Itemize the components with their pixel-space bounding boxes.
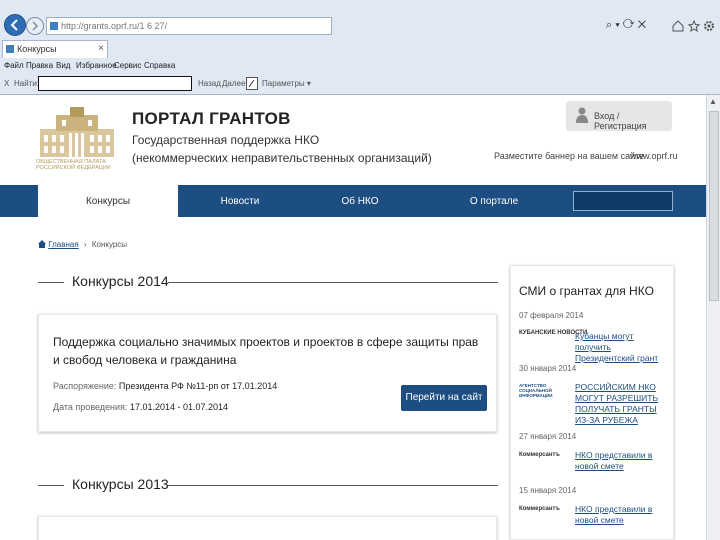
section-heading-2013: Конкурсы 2013 (38, 476, 498, 496)
nav-contests[interactable]: Конкурсы (38, 185, 178, 217)
address-bar[interactable]: http://grants.oprf.ru/1 6 27/ (46, 17, 332, 35)
breadcrumb: Главная › Конкурсы (38, 240, 127, 249)
breadcrumb-home-link[interactable]: Главная (48, 240, 78, 249)
news-link[interactable]: РОССИЙСКИМ НКО МОГУТ РАЗРЕШИТЬ ПОЛУЧАТЬ … (575, 382, 671, 426)
news-source-logo: Коммерсантъ (519, 452, 560, 458)
browser-chrome: http://grants.oprf.ru/1 6 27/ ⌕ ▾ ⟳ ✕ Ко… (0, 0, 720, 95)
nav-about-nko[interactable]: Об НКО (302, 185, 418, 217)
forward-button[interactable] (26, 17, 44, 35)
dates-label: Дата проведения: (53, 402, 128, 412)
dates-value: 17.01.2014 - 01.07.2014 (129, 402, 229, 412)
login-label: Вход / Регистрация (594, 111, 647, 131)
section-title: Конкурсы 2013 (72, 476, 169, 492)
tab-close-button[interactable]: × (98, 43, 104, 54)
logo-text: ОБЩЕСТВЕННАЯ ПАЛАТА РОССИЙСКОЙ ФЕДЕРАЦИИ (36, 159, 111, 171)
media-sidebar: СМИ о грантах для НКО 07 февраля 2014 КУ… (510, 265, 674, 540)
arrow-right-icon (32, 21, 39, 31)
site-header: ОБЩЕСТВЕННАЯ ПАЛАТА РОССИЙСКОЙ ФЕДЕРАЦИИ… (0, 95, 720, 185)
portal-subtitle-detail: (некоммерческих неправительственных орга… (132, 151, 432, 165)
breadcrumb-current: Конкурсы (91, 240, 128, 249)
menu-view[interactable]: Вид (56, 61, 70, 70)
portal-title: ПОРТАЛ ГРАНТОВ (132, 109, 291, 128)
home-icon (38, 240, 46, 248)
portal-subtitle: Государственная поддержка НКО (132, 133, 320, 147)
news-source-logo: АГЕНТСТВО СОЦИАЛЬНОЙ ИНФОРМАЦИИ (519, 383, 553, 398)
breadcrumb-separator: › (83, 240, 87, 249)
address-row: http://grants.oprf.ru/1 6 27/ ⌕ ▾ ⟳ ✕ (0, 14, 720, 40)
user-icon (576, 107, 588, 123)
news-date: 27 января 2014 (519, 432, 577, 441)
nav-news[interactable]: Новости (178, 185, 302, 217)
tab-label: Конкурсы (17, 44, 57, 54)
building-logo-icon (40, 107, 114, 157)
menu-tools[interactable]: Сервис (114, 61, 141, 70)
divider (168, 485, 498, 486)
find-label: Найти: (14, 79, 40, 88)
oprf-link[interactable]: www.oprf.ru (630, 151, 678, 161)
browser-toolbar-icons[interactable]: ⌕ ▾ ⟳ ✕ (606, 19, 716, 33)
tab-row: Конкурсы × (0, 40, 720, 58)
main-nav: Конкурсы Новости Об НКО О портале (0, 185, 720, 217)
address-tools[interactable]: ⌕ ▾ ⟳ ✕ (606, 19, 646, 31)
news-link[interactable]: Кубанцы могут получить Президентский гра… (575, 331, 671, 364)
menu-edit[interactable]: Правка (26, 61, 53, 70)
divider (38, 485, 64, 486)
contest-title[interactable]: Поддержка социально значимых проектов и … (53, 333, 487, 369)
news-date: 07 февраля 2014 (519, 311, 584, 320)
menu-help[interactable]: Справка (144, 61, 175, 70)
star-icon[interactable] (688, 20, 700, 32)
banner-link[interactable]: Разместите баннер на вашем сайте (494, 151, 644, 161)
contest-order: Распоряжение: Президента РФ №11-рп от 17… (53, 381, 277, 391)
tab-favicon-icon (6, 45, 14, 53)
menu-bar: Файл Правка Вид Избранное Сервис Справка (0, 59, 720, 73)
contest-card: Поддержка социально значимых проектов и … (38, 314, 497, 432)
highlight-icon[interactable] (246, 77, 258, 90)
find-next-button[interactable]: Далее (222, 79, 245, 88)
find-prev-button[interactable]: Назад (198, 79, 221, 88)
search-input[interactable] (573, 191, 673, 211)
site-favicon-icon (50, 22, 58, 30)
section-title: Конкурсы 2014 (72, 273, 169, 289)
news-date: 15 января 2014 (519, 486, 577, 495)
home-browser-icon[interactable] (672, 20, 684, 32)
browser-tab[interactable]: Конкурсы × (2, 40, 108, 58)
logo[interactable]: ОБЩЕСТВЕННАЯ ПАЛАТА РОССИЙСКОЙ ФЕДЕРАЦИИ (36, 105, 118, 175)
contest-dates: Дата проведения: 17.01.2014 - 01.07.2014 (53, 402, 228, 412)
find-input[interactable] (38, 76, 192, 91)
address-url: http://grants.oprf.ru/1 6 27/ (61, 21, 168, 31)
sidebar-title: СМИ о грантах для НКО (519, 284, 654, 298)
page-scrollbar[interactable]: ▲ (706, 95, 720, 540)
arrow-left-icon (10, 19, 18, 31)
news-link[interactable]: НКО представили в новой смете (575, 504, 671, 526)
gear-icon[interactable] (703, 20, 715, 32)
back-button[interactable] (4, 14, 26, 36)
order-label: Распоряжение: (53, 381, 117, 391)
section-heading-2014: Конкурсы 2014 (38, 273, 498, 293)
close-find-button[interactable]: X (4, 79, 9, 88)
news-date: 30 января 2014 (519, 364, 577, 373)
news-source-logo: Коммерсантъ (519, 506, 560, 512)
scroll-thumb[interactable] (709, 111, 719, 301)
menu-favorites[interactable]: Избранное (76, 61, 117, 70)
scroll-up-icon[interactable]: ▲ (709, 97, 717, 106)
find-options-button[interactable]: Параметры ▾ (262, 79, 311, 88)
nav-about-portal[interactable]: О портале (418, 185, 570, 217)
divider (38, 282, 64, 283)
menu-file[interactable]: Файл (4, 61, 24, 70)
order-value: Президента РФ №11-рп от 17.01.2014 (118, 381, 278, 391)
goto-site-button[interactable]: Перейти на сайт (401, 385, 487, 411)
divider (168, 282, 498, 283)
contest-card (38, 516, 497, 540)
find-bar: X Найти: Назад Далее Параметры ▾ (0, 75, 720, 93)
login-button[interactable]: Вход / Регистрация (566, 101, 672, 131)
news-link[interactable]: НКО представили в новой смете (575, 450, 671, 472)
